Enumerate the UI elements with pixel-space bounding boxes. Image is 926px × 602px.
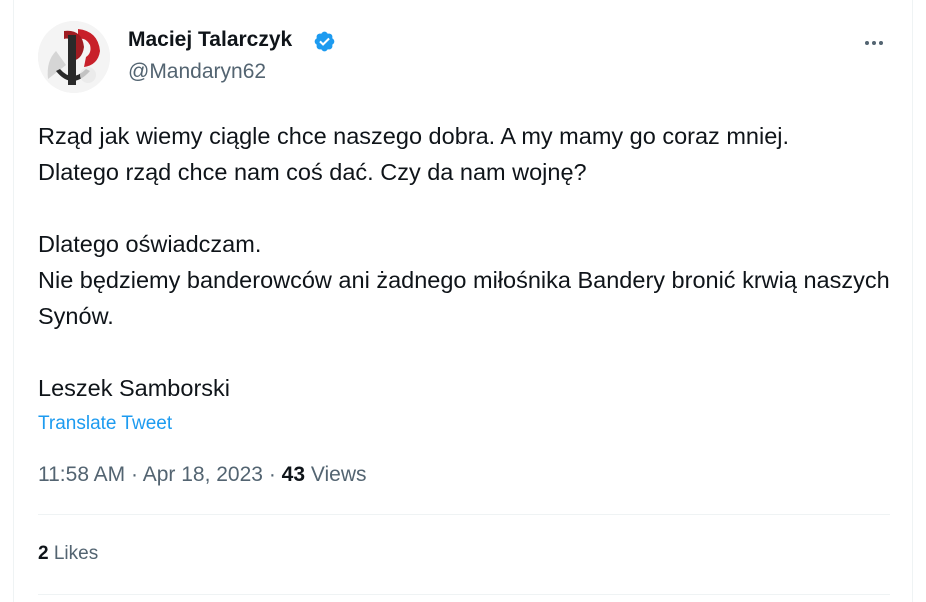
views-count: 43: [281, 463, 306, 486]
avatar[interactable]: [38, 21, 110, 93]
tweet-line: Nie będziemy banderowców ani żadnego mił…: [38, 267, 890, 329]
verified-badge-icon: [313, 30, 336, 53]
divider: [38, 514, 890, 515]
tweet-text: Rząd jak wiemy ciągle chce naszego dobra…: [38, 118, 898, 406]
tweet-line: Dlatego oświadczam.: [38, 231, 262, 257]
author-display-name[interactable]: Maciej Talarczyk: [128, 26, 292, 54]
author-handle[interactable]: @Mandaryn62: [128, 59, 266, 85]
meta-separator: ·: [131, 463, 139, 486]
tweet-signature: Leszek Samborski: [38, 375, 230, 401]
tweet-meta: 11:58 AM · Apr 18, 2023 · 43 Views: [38, 460, 367, 490]
kotwica-symbol-avatar-icon: [38, 21, 110, 93]
more-horizontal-icon: [865, 41, 883, 45]
meta-separator: ·: [268, 463, 276, 486]
tweet-date[interactable]: Apr 18, 2023: [143, 463, 263, 486]
tweet-time[interactable]: 11:58 AM: [38, 463, 125, 486]
tweet-line: Rząd jak wiemy ciągle chce naszego dobra…: [38, 123, 790, 149]
views-label: Views: [310, 463, 367, 486]
likes-count: 2: [38, 543, 49, 564]
likes-link[interactable]: 2 Likes: [38, 541, 98, 567]
translate-tweet-link[interactable]: Translate Tweet: [38, 411, 172, 437]
likes-label: Likes: [53, 543, 99, 564]
tweet-line: Dlatego rząd chce nam coś dać. Czy da na…: [38, 159, 587, 185]
divider: [38, 594, 890, 595]
more-options-button[interactable]: [857, 26, 891, 60]
tweet-card: Maciej Talarczyk @Mandaryn62 Rząd jak wi…: [13, 0, 913, 602]
